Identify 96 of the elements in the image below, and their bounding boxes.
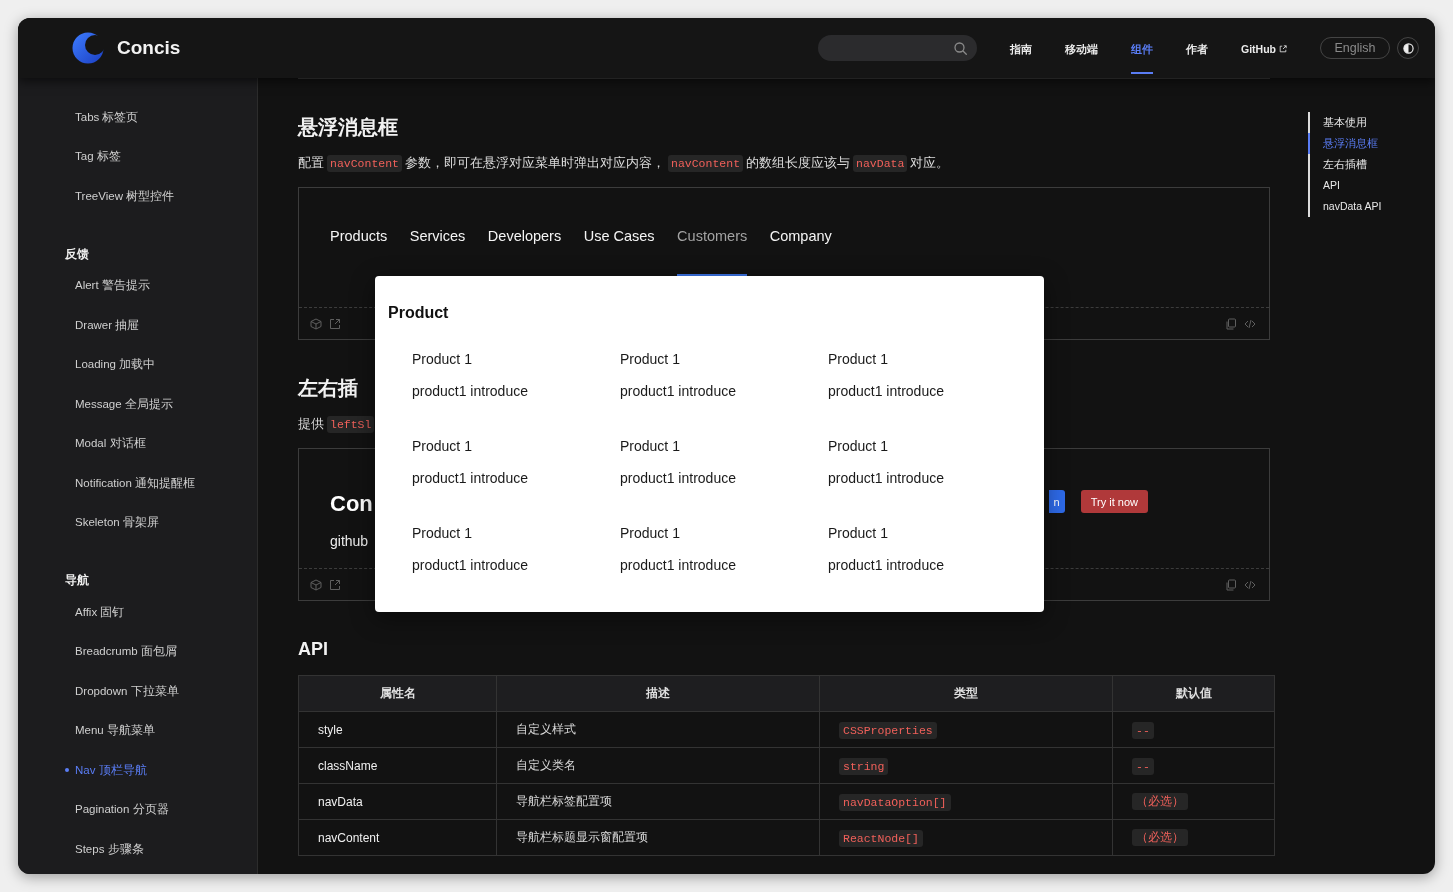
toc-link[interactable]: 悬浮消息框: [1308, 133, 1378, 154]
sidebar-item[interactable]: Alert 警告提示: [63, 273, 150, 298]
sidebar-item[interactable]: Steps 步骤条: [63, 836, 144, 861]
external-link-icon[interactable]: [329, 317, 341, 330]
product-description: product1 introduce: [828, 382, 944, 401]
code-text: （必选）: [1132, 829, 1188, 846]
dropdown-title: Product: [388, 303, 449, 323]
section-description: 提供 leftSl: [298, 413, 378, 436]
nav-link[interactable]: 作者: [1186, 42, 1208, 74]
table-cell: navContent: [298, 819, 497, 856]
code-text: CSSProperties: [839, 721, 937, 739]
demo-nav-tab[interactable]: Products: [330, 222, 388, 276]
sidebar-item[interactable]: Modal 对话框: [63, 431, 146, 456]
product-name[interactable]: Product 1: [828, 435, 888, 457]
product-name[interactable]: Product 1: [412, 435, 472, 457]
cube-icon[interactable]: [310, 578, 322, 591]
product-description: product1 introduce: [620, 556, 736, 575]
brand-text: Con: [330, 490, 373, 518]
nav-link[interactable]: GitHub: [1241, 42, 1287, 74]
sidebar-item[interactable]: Breadcrumb 面包屑: [63, 639, 177, 664]
sidebar-item[interactable]: Menu 导航菜单: [63, 718, 155, 743]
section-heading: 悬浮消息框: [298, 115, 398, 140]
table-cell: 导航栏标签配置项: [496, 783, 820, 820]
product-description: product1 introduce: [828, 469, 944, 488]
sidebar-item[interactable]: Affix 固钉: [63, 599, 125, 624]
cube-icon[interactable]: [310, 317, 322, 330]
code-text: navDataOption[]: [839, 793, 951, 811]
product-name[interactable]: Product 1: [828, 522, 888, 544]
code-text: ReactNode[]: [839, 829, 923, 847]
demo-nav-tab[interactable]: Services: [409, 222, 466, 276]
sidebar-item[interactable]: Tag 标签: [63, 144, 121, 169]
table-cell: style: [298, 711, 497, 748]
product-name[interactable]: Product 1: [412, 348, 472, 370]
section-description: 配置 navContent 参数，即可在悬浮对应菜单时弹出对应内容， navContent 的数组长度应该与 navData 对应。: [298, 154, 950, 174]
code-icon[interactable]: [1244, 317, 1256, 330]
nav-link[interactable]: 指南: [1010, 42, 1032, 74]
sidebar-item[interactable]: Tabs 标签页: [63, 104, 139, 129]
column-header: 描述: [496, 675, 820, 712]
contrast-icon: [1402, 42, 1414, 54]
column-header: 默认值: [1112, 675, 1275, 712]
sidebar-item[interactable]: Notification 通知提醒框: [63, 470, 196, 495]
code-text: （必选）: [1132, 793, 1188, 810]
copy-icon[interactable]: [1225, 578, 1237, 591]
sidebar-item[interactable]: Dropdown 下拉菜单: [63, 678, 179, 703]
table-cell: navData: [298, 783, 497, 820]
table-cell: className: [298, 747, 497, 784]
dot-icon: [65, 767, 69, 772]
search-field[interactable]: [818, 35, 977, 61]
toc-link[interactable]: navData API: [1308, 196, 1382, 217]
logo-text[interactable]: Concis: [117, 37, 181, 59]
action-button[interactable]: Try it now: [1080, 490, 1148, 513]
external-link-icon[interactable]: [329, 578, 341, 591]
search-icon[interactable]: [954, 41, 967, 55]
table-cell: 导航栏标题显示窗配置项: [496, 819, 820, 856]
sidebar-item[interactable]: Skeleton 骨架屏: [63, 510, 159, 535]
code-text: --: [1132, 757, 1154, 775]
section-heading: API: [298, 638, 328, 661]
group-title: 导航: [65, 572, 89, 588]
product-name[interactable]: Product 1: [828, 348, 888, 370]
sidebar-item[interactable]: TreeView 树型控件: [63, 183, 175, 208]
sidebar-item[interactable]: Drawer 抽屉: [63, 312, 140, 337]
toc-link[interactable]: 左右插槽: [1308, 154, 1367, 175]
table-cell: 自定义样式: [496, 711, 820, 748]
demo-nav-tab[interactable]: Company: [769, 222, 832, 276]
toc-link[interactable]: API: [1308, 175, 1340, 196]
product-name[interactable]: Product 1: [620, 348, 680, 370]
sidebar-item[interactable]: Message 全局提示: [63, 391, 173, 416]
code-text: --: [1132, 721, 1154, 739]
product-description: product1 introduce: [412, 556, 528, 575]
product-description: product1 introduce: [620, 382, 736, 401]
column-header: 类型: [819, 675, 1113, 712]
product-description: product1 introduce: [620, 469, 736, 488]
code-text: string: [839, 757, 889, 775]
group-title: 反馈: [65, 246, 89, 262]
toc-link[interactable]: 基本使用: [1308, 112, 1367, 133]
sidebar-item[interactable]: Pagination 分页器: [63, 797, 169, 822]
product-name[interactable]: Product 1: [620, 435, 680, 457]
code-icon[interactable]: [1244, 578, 1256, 591]
product-description: product1 introduce: [412, 469, 528, 488]
demo-nav-tab[interactable]: Developers: [487, 222, 562, 276]
nav-link[interactable]: 组件: [1131, 42, 1153, 74]
column-header: 属性名: [298, 675, 497, 712]
section-heading: 左右插: [298, 376, 358, 401]
product-name[interactable]: Product 1: [412, 522, 472, 544]
product-description: product1 introduce: [828, 556, 944, 575]
action-button[interactable]: n: [1048, 490, 1065, 513]
product-name[interactable]: Product 1: [620, 522, 680, 544]
sidebar-item[interactable]: Loading 加载中: [63, 352, 156, 377]
table-cell: 自定义类名: [496, 747, 820, 784]
demo-nav-tab[interactable]: Use Cases: [583, 222, 655, 276]
product-description: product1 introduce: [412, 382, 528, 401]
sidebar-item[interactable]: Nav 顶栏导航: [63, 757, 147, 782]
copy-icon[interactable]: [1225, 317, 1237, 330]
logo-icon[interactable]: [72, 32, 106, 64]
brand-subtitle: github: [330, 532, 369, 551]
nav-link[interactable]: 移动端: [1065, 42, 1098, 74]
